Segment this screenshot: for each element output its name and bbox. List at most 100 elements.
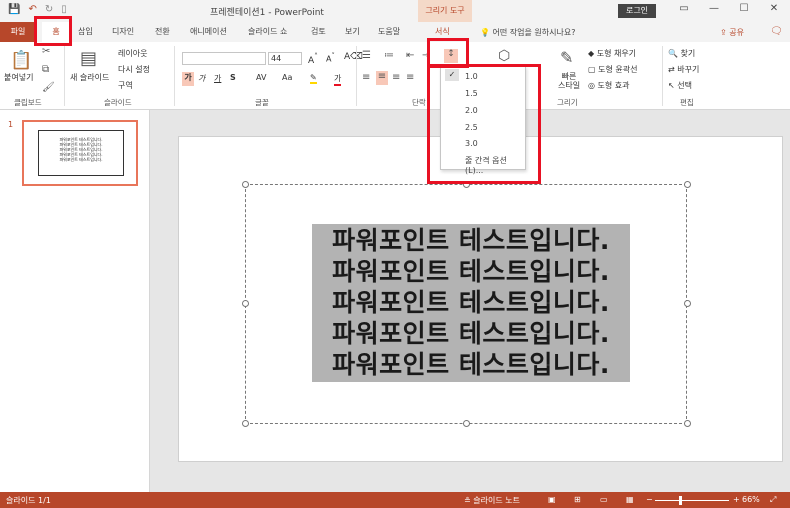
clear-formatting-button[interactable]: A⌫ [344,52,363,62]
tell-me-text: 어떤 작업을 원하시나요? [492,28,576,37]
resize-handle[interactable] [242,420,249,427]
zoom-slider-knob[interactable] [679,496,682,505]
section-button[interactable]: 구역 [118,80,133,91]
decrease-indent-icon[interactable]: ⇤ [406,50,414,61]
text-shadow-button[interactable]: S [230,73,236,82]
select-label: 선택 [677,81,692,90]
slideshow-view-icon[interactable]: ▦ [626,495,634,504]
change-case-button[interactable]: Aa [282,73,292,82]
zoom-slider-track[interactable] [655,500,729,501]
tab-animations[interactable]: 애니메이션 [190,26,227,37]
format-painter-icon[interactable]: 🖌 [42,82,55,93]
tab-format[interactable]: 서식 [435,26,450,37]
undo-icon[interactable]: ↶ [28,4,36,15]
tab-view[interactable]: 보기 [345,26,360,37]
align-right-icon[interactable]: ≡ [392,72,400,83]
underline-button[interactable]: 가 [214,73,221,84]
shapes-icon[interactable]: ⬡ [498,48,510,64]
normal-view-icon[interactable]: ▣ [548,495,556,504]
highlight-color-button[interactable]: ✎ [310,73,317,84]
login-button[interactable]: 로그인 [618,4,656,18]
maximize-button[interactable]: ☐ [736,3,752,14]
share-button[interactable]: ⇪ 공유 [720,27,744,38]
tell-me-search[interactable]: 💡 어떤 작업을 원하시나요? [480,27,575,38]
shape-outline-label: 도형 윤곽선 [598,65,638,74]
divider [64,46,65,106]
resize-handle[interactable] [463,420,470,427]
tab-slideshow[interactable]: 슬라이드 쇼 [248,26,287,37]
char-spacing-button[interactable]: AV [256,73,266,82]
reset-button[interactable]: 다시 설정 [118,64,150,75]
resize-handle[interactable] [242,181,249,188]
zoom-level[interactable]: 66% [742,495,760,504]
tab-file[interactable]: 파일 [0,22,36,42]
font-group-label: 글꼴 [255,98,269,107]
align-center-icon[interactable]: ≡ [376,71,388,85]
copy-icon[interactable]: ⧉ [42,64,49,75]
notes-button[interactable]: ≗ 슬라이드 노트 [464,495,520,506]
fit-slide-icon[interactable]: ⤢ [770,495,776,505]
paste-button[interactable]: 붙여넣기 [4,72,33,83]
quick-styles-icon[interactable]: ✎ [560,48,573,67]
font-name-combo[interactable] [182,52,266,65]
tab-help[interactable]: 도움말 [378,26,400,37]
redo-icon[interactable]: ↻ [45,4,53,15]
tab-design[interactable]: 디자인 [112,26,134,37]
divider [662,46,663,106]
paste-icon[interactable]: 📋 [10,50,32,71]
shrink-font-button[interactable]: A˅ [326,52,335,64]
ribbon-tabs: 파일 홈 삽입 디자인 전환 애니메이션 슬라이드 쇼 검토 보기 도움말 서식… [0,22,790,42]
cut-icon[interactable]: ✂ [42,46,50,57]
share-label: 공유 [729,28,744,37]
thumbnail-textbox: 파워포인트 테스트입니다. 파워포인트 테스트입니다. 파워포인트 테스트입니다… [38,130,124,176]
ribbon-display-icon[interactable]: ▭ [676,3,692,14]
close-button[interactable]: ✕ [766,3,782,14]
new-slide-icon[interactable]: ▤ [80,48,97,69]
bullets-icon[interactable]: ☰ [362,50,371,61]
resize-handle[interactable] [684,300,691,307]
font-size-combo[interactable]: 44 [268,52,302,65]
thumbnail-line: 파워포인트 테스트입니다. [59,157,103,162]
numbering-icon[interactable]: ≔ [384,50,394,61]
tab-review[interactable]: 검토 [311,26,326,37]
new-slide-button[interactable]: 새 슬라이드 [70,72,109,83]
bold-button[interactable]: 가 [182,72,194,86]
italic-button[interactable]: 가 [198,73,205,84]
quick-styles-button[interactable]: 빠른 스타일 [558,72,580,90]
shape-fill-button[interactable]: ◆ 도형 채우기 [588,48,636,59]
minimize-button[interactable]: — [706,3,722,14]
slide-thumbnail[interactable]: 파워포인트 테스트입니다. 파워포인트 테스트입니다. 파워포인트 테스트입니다… [22,120,138,186]
selected-text[interactable]: 파워포인트 테스트입니다. 파워포인트 테스트입니다. 파워포인트 테스트입니다… [312,224,630,382]
comments-icon[interactable]: 🗨 [770,26,783,37]
align-left-icon[interactable]: ≡ [362,72,370,83]
slide-text-line: 파워포인트 테스트입니다. [332,288,610,317]
resize-handle[interactable] [684,181,691,188]
reading-view-icon[interactable]: ▭ [600,495,608,504]
save-icon[interactable]: 💾 [8,4,20,15]
find-button[interactable]: 🔍 찾기 [668,48,695,59]
tab-transitions[interactable]: 전환 [155,26,170,37]
shape-outline-button[interactable]: ▢ 도형 윤곽선 [588,64,637,75]
replace-button[interactable]: ⇄ 바꾸기 [668,64,699,75]
start-from-beginning-icon[interactable]: ▯ [61,4,67,15]
shape-effects-label: 도형 효과 [597,81,630,90]
grow-font-button[interactable]: A˄ [308,52,318,66]
highlight-box-menu [427,64,541,184]
slide-sorter-icon[interactable]: ⊞ [574,495,581,504]
font-color-button[interactable]: 가 [334,73,342,86]
find-label: 찾기 [680,49,696,58]
thumbnail-number: 1 [8,120,14,129]
justify-icon[interactable]: ≡ [406,72,414,83]
shape-effects-button[interactable]: ◎ 도형 효과 [588,80,630,91]
slide-text-line: 파워포인트 테스트입니다. [332,257,610,286]
divider [174,46,175,106]
zoom-in-button[interactable]: + [733,495,740,504]
zoom-out-button[interactable]: − [646,495,653,504]
tab-insert[interactable]: 삽입 [78,26,93,37]
slide-text-line: 파워포인트 테스트입니다. [332,226,610,255]
resize-handle[interactable] [242,300,249,307]
resize-handle[interactable] [684,420,691,427]
slide-text-line: 파워포인트 테스트입니다. [332,350,610,379]
layout-button[interactable]: 레이아웃 [118,48,147,59]
select-button[interactable]: ↖ 선택 [668,80,692,91]
